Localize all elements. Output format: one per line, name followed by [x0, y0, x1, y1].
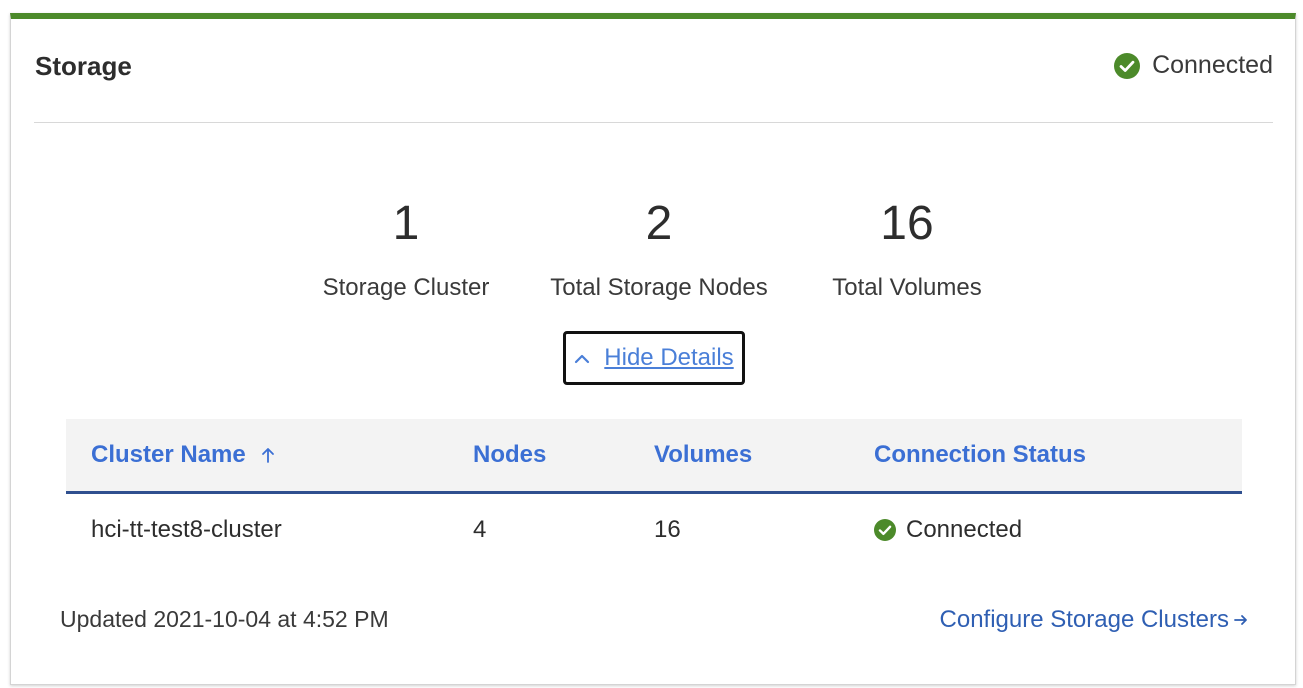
- arrow-right-icon: [1234, 615, 1247, 625]
- stat-value: 16: [880, 197, 934, 250]
- hide-details-label: Hide Details: [604, 344, 734, 371]
- card-header: Storage Connected: [34, 47, 1273, 87]
- cell-connection-status: Connected: [874, 516, 1022, 544]
- table-header: Cluster Name Nodes Volumes Connection St…: [66, 419, 1242, 494]
- column-header-cluster-name[interactable]: Cluster Name: [91, 441, 276, 469]
- check-circle-icon: [874, 519, 896, 541]
- check-circle-icon: [1114, 52, 1141, 79]
- stat-label: Total Volumes: [832, 274, 982, 301]
- stat-value: 2: [645, 197, 673, 250]
- column-header-connection-status[interactable]: Connection Status: [874, 441, 1086, 469]
- stat-label: Total Storage Nodes: [550, 274, 768, 301]
- cell-nodes: 4: [473, 516, 487, 543]
- connection-status-label: Connected: [1152, 51, 1273, 79]
- storage-card: Storage Connected 1 Storage Cluster 2 To…: [10, 13, 1296, 685]
- column-header-volumes[interactable]: Volumes: [654, 441, 752, 469]
- column-header-nodes[interactable]: Nodes: [473, 441, 546, 469]
- stat-storage-cluster: 1 Storage Cluster: [311, 194, 501, 302]
- updated-timestamp: Updated 2021-10-04 at 4:52 PM: [60, 606, 389, 632]
- configure-storage-clusters-link[interactable]: Configure Storage Clusters: [940, 606, 1249, 634]
- cell-cluster-name: hci-tt-test8-cluster: [91, 516, 282, 543]
- stat-value: 1: [392, 197, 420, 250]
- column-header-label: Cluster Name: [91, 441, 246, 468]
- table-row: hci-tt-test8-cluster 4 16 Connected: [66, 494, 1242, 568]
- hide-details-button[interactable]: Hide Details: [563, 331, 745, 385]
- arrow-up-icon: [261, 448, 274, 463]
- configure-link-label: Configure Storage Clusters: [939, 606, 1229, 633]
- card-title: Storage: [35, 51, 132, 81]
- cell-volumes: 16: [654, 516, 681, 543]
- cell-status-label: Connected: [906, 516, 1023, 543]
- header-divider: [34, 122, 1273, 123]
- stat-total-volumes: 16 Total Volumes: [823, 194, 991, 302]
- stat-total-storage-nodes: 2 Total Storage Nodes: [543, 194, 775, 302]
- stat-label: Storage Cluster: [322, 274, 490, 301]
- chevron-up-icon: [575, 354, 590, 364]
- clusters-table: Cluster Name Nodes Volumes Connection St…: [66, 419, 1242, 568]
- connection-status: Connected: [1114, 51, 1273, 80]
